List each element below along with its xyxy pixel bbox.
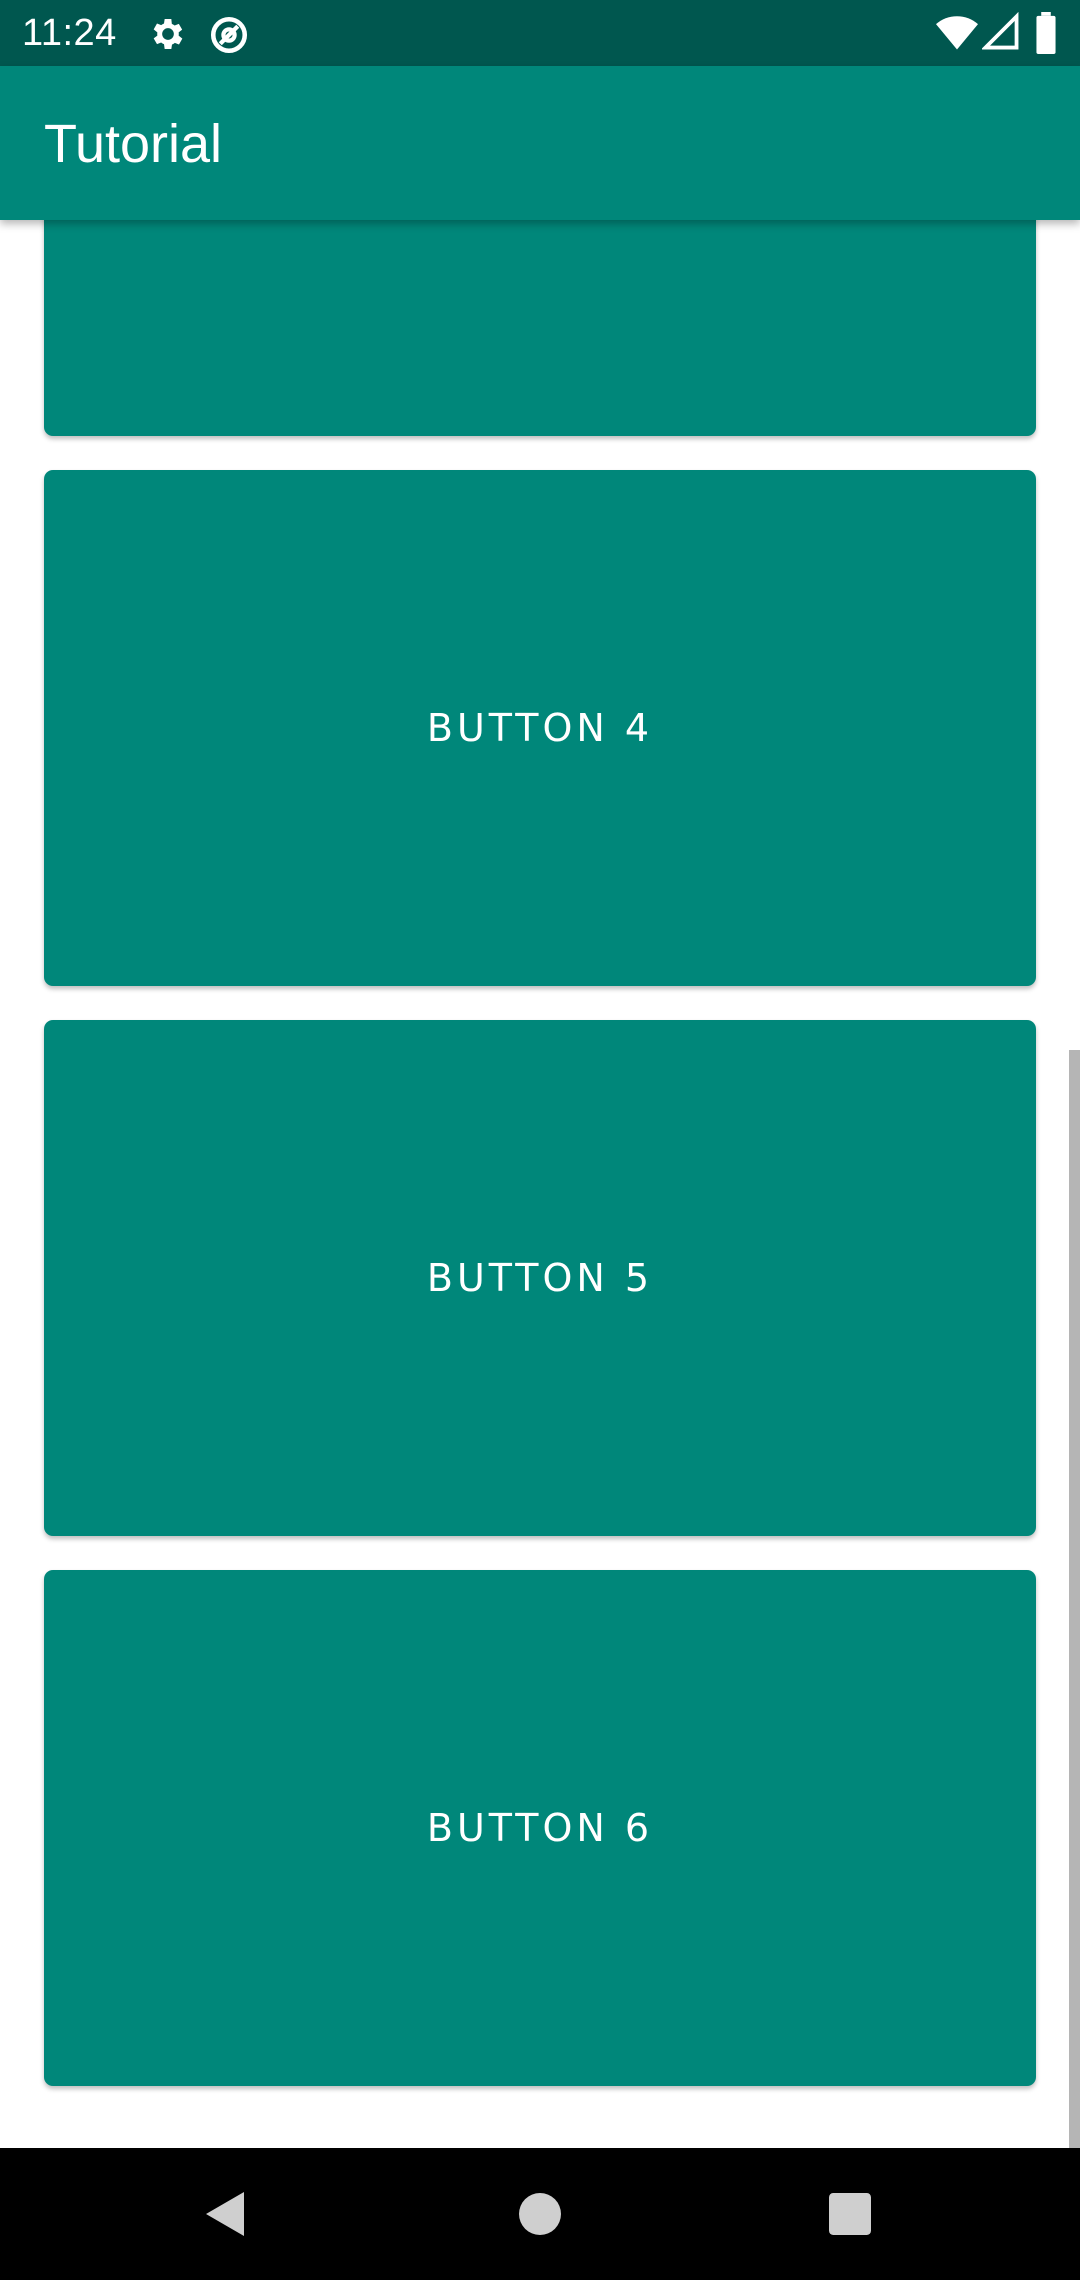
button-3-partial[interactable] [44,220,1036,436]
button-6[interactable]: BUTTON 6 [44,1570,1036,2086]
button-label: BUTTON 4 [426,706,654,750]
signal-icon [980,11,1020,57]
button-label: BUTTON 6 [426,1806,654,1850]
wifi-icon [936,12,978,57]
no-sync-icon [208,14,250,61]
app-bar: Tutorial [0,66,1080,220]
scrollbar[interactable] [1069,1050,1080,2148]
button-label: BUTTON 5 [426,1256,654,1300]
phone-screen: 11:24 Tutorial BUTTON 4 BUTTON 5 BUTTON … [0,0,1080,2280]
battery-icon [1034,12,1058,59]
button-4[interactable]: BUTTON 4 [44,470,1036,986]
navigation-bar [0,2148,1080,2280]
button-list[interactable]: BUTTON 4 BUTTON 5 BUTTON 6 [0,220,1080,2148]
status-bar: 11:24 [0,0,1080,66]
gear-icon [148,14,188,59]
app-title: Tutorial [44,114,223,174]
home-circle-icon[interactable] [504,2178,576,2250]
back-triangle-icon[interactable] [190,2178,262,2250]
recents-square-icon[interactable] [814,2178,886,2250]
status-time: 11:24 [22,12,117,54]
button-5[interactable]: BUTTON 5 [44,1020,1036,1536]
